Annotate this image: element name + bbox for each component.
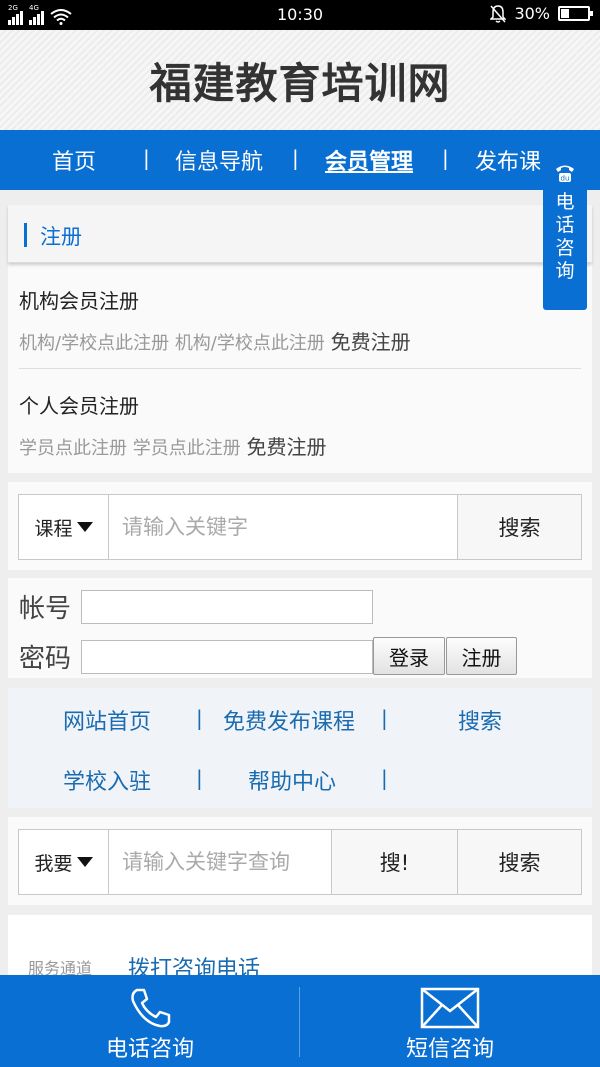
phone-consult-button[interactable]: 电话咨询 — [0, 975, 300, 1067]
dropdown-arrow-icon — [76, 857, 93, 867]
register-card: 注册 机构会员注册 机构/学校点此注册 机构/学校点此注册 免费注册 个人会员注… — [8, 205, 592, 473]
password-row: 密码 — [19, 638, 373, 675]
institution-register-item[interactable]: 机构会员注册 机构/学校点此注册 机构/学校点此注册 免费注册 — [19, 285, 581, 355]
site-title: 福建教育培训网 — [149, 59, 451, 108]
free-register-link[interactable]: 免费注册 — [246, 435, 326, 459]
site-header: 福建教育培训网 — [0, 30, 600, 130]
want-select-label: 我要 — [34, 852, 73, 875]
nav-item-info-navigation[interactable]: 信息导航 — [175, 144, 263, 176]
link-search[interactable]: 搜索 — [458, 704, 502, 736]
bottom-bar: 电话咨询 短信咨询 — [0, 975, 600, 1067]
account-row: 帐号 — [19, 588, 373, 625]
nav-separator: | — [292, 146, 299, 170]
status-right: 30% — [490, 4, 593, 23]
link-separator: | — [196, 706, 203, 730]
keyword-search-input[interactable] — [109, 495, 457, 559]
nav-item-home[interactable]: 首页 — [52, 144, 96, 176]
free-register-link[interactable]: 免费注册 — [331, 330, 411, 354]
quick-links-card: 网站首页 | 免费发布课程 | 搜索 学校入驻 | 帮助中心 | — [8, 688, 592, 808]
link-separator: | — [381, 706, 388, 730]
status-bar: 2G 4G 10:30 30% — [0, 0, 600, 30]
register-desc-text: 机构/学校点此注册 — [174, 333, 325, 354]
nav-separator: | — [143, 146, 150, 170]
link-site-home[interactable]: 网站首页 — [63, 704, 151, 736]
sms-consult-button[interactable]: 短信咨询 — [300, 975, 600, 1067]
phone-consult-label: 电话咨询 — [105, 1037, 194, 1062]
nav-separator: | — [442, 146, 449, 170]
personal-register-title: 个人会员注册 — [19, 394, 139, 418]
account-label: 帐号 — [19, 594, 72, 624]
account-input[interactable] — [81, 589, 373, 624]
login-button[interactable]: 登录 — [373, 637, 445, 675]
link-separator: | — [381, 766, 388, 790]
link-free-publish-course[interactable]: 免费发布课程 — [223, 704, 355, 736]
link-help-center[interactable]: 帮助中心 — [248, 764, 336, 796]
divider — [19, 368, 581, 369]
battery-fill — [561, 9, 570, 18]
institution-register-desc: 机构/学校点此注册 机构/学校点此注册 免费注册 — [19, 326, 581, 355]
phone-icon: du — [556, 165, 574, 183]
floating-phone-label: 电话咨询 — [555, 191, 575, 282]
want-select[interactable]: 我要 — [19, 830, 109, 894]
sms-consult-label: 短信咨询 — [405, 1037, 494, 1062]
battery-icon — [558, 6, 593, 21]
course-search-box: 课程 搜索 — [18, 494, 582, 560]
search-button[interactable]: 搜索 — [457, 830, 581, 894]
quick-search-button[interactable]: 搜! — [331, 830, 457, 894]
register-button[interactable]: 注册 — [446, 637, 517, 675]
svg-text:du: du — [561, 175, 570, 183]
mute-bell-icon — [490, 4, 507, 23]
course-search-card: 课程 搜索 — [8, 482, 592, 570]
link-school-join[interactable]: 学校入驻 — [63, 764, 151, 796]
header-accent-bar — [24, 223, 27, 247]
register-desc-text: 学员点此注册 — [19, 438, 127, 459]
register-desc-text: 学员点此注册 — [132, 438, 241, 459]
password-input[interactable] — [81, 639, 373, 674]
register-desc-text: 机构/学校点此注册 — [19, 333, 170, 354]
category-select[interactable]: 课程 — [19, 495, 109, 559]
envelope-icon — [420, 987, 480, 1029]
search-button[interactable]: 搜索 — [457, 495, 581, 559]
dropdown-arrow-icon — [76, 522, 93, 532]
personal-register-item[interactable]: 个人会员注册 学员点此注册 学员点此注册 免费注册 — [19, 390, 581, 460]
register-title: 注册 — [40, 225, 82, 249]
link-separator: | — [196, 766, 203, 790]
phone-icon — [131, 988, 171, 1028]
personal-register-desc: 学员点此注册 学员点此注册 免费注册 — [19, 431, 581, 460]
floating-phone-consult-button[interactable]: du 电话咨询 — [543, 155, 587, 310]
keyword-query-input[interactable] — [109, 830, 331, 894]
password-label: 密码 — [19, 644, 72, 674]
want-search-box: 我要 搜! 搜索 — [18, 829, 582, 895]
main-nav: 首页 | 信息导航 | 会员管理 | 发布课 — [0, 130, 600, 190]
institution-register-title: 机构会员注册 — [19, 289, 139, 313]
register-header: 注册 — [8, 205, 592, 263]
category-select-label: 课程 — [34, 517, 73, 540]
nav-item-publish-course[interactable]: 发布课 — [475, 144, 541, 176]
nav-item-member-management[interactable]: 会员管理 — [325, 144, 413, 176]
want-search-card: 我要 搜! 搜索 — [8, 817, 592, 905]
battery-percent: 30% — [514, 4, 550, 23]
login-card: 帐号 密码 登录 注册 — [8, 578, 592, 678]
